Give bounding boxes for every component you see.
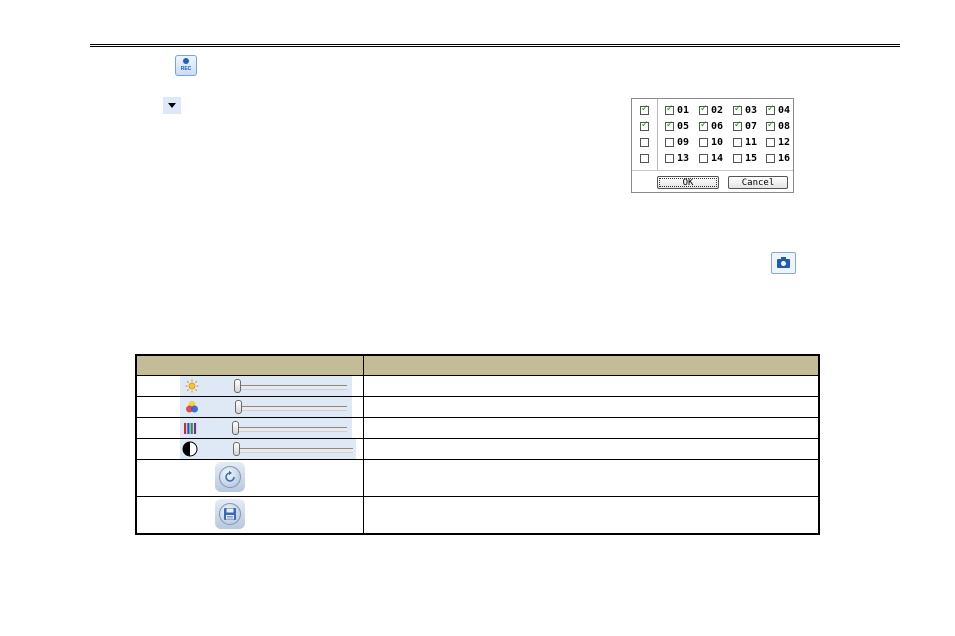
dialog-column-divider: [657, 99, 658, 170]
brightness-slider[interactable]: [137, 376, 363, 396]
saturation-slider[interactable]: [137, 418, 363, 438]
channel-checkbox[interactable]: [699, 120, 708, 131]
record-dot-icon: [183, 58, 189, 64]
snapshot-camera-icon[interactable]: [771, 252, 796, 274]
cancel-button[interactable]: Cancel: [728, 176, 788, 189]
hue-icon: [186, 401, 198, 413]
channel-label: 06: [711, 121, 724, 132]
channel-checkbox[interactable]: [733, 120, 742, 131]
channel-label: 02: [711, 105, 724, 116]
channel-label: 10: [711, 137, 724, 148]
description-cell: [363, 417, 820, 439]
refresh-icon: [225, 470, 235, 482]
table-header-icon: [135, 354, 364, 376]
ok-button[interactable]: OK: [657, 176, 719, 189]
table-row: [135, 496, 820, 535]
slider-thumb[interactable]: [235, 400, 242, 414]
channel-checkbox[interactable]: [733, 104, 742, 115]
channel-checkbox[interactable]: [699, 138, 708, 147]
channel-label: 03: [745, 105, 758, 116]
contrast-slider[interactable]: [137, 439, 363, 459]
description-cell: [363, 396, 820, 418]
header-rule: [90, 44, 900, 47]
channel-checkbox[interactable]: [699, 104, 708, 115]
record-button[interactable]: REC: [175, 55, 197, 76]
dialog-row-divider: [632, 170, 793, 171]
slider-thumb[interactable]: [232, 421, 239, 435]
channel-label: 15: [745, 153, 758, 164]
table-row: [135, 396, 820, 418]
channel-checkbox[interactable]: [733, 154, 742, 163]
channel-label: 14: [711, 153, 724, 164]
description-cell: [363, 375, 820, 397]
channel-checkbox[interactable]: [733, 138, 742, 147]
channel-checkbox[interactable]: [766, 138, 775, 147]
channel-label: 16: [778, 153, 791, 164]
channel-checkbox[interactable]: [665, 104, 674, 115]
select-row-checkbox[interactable]: [640, 138, 649, 147]
channel-checkbox[interactable]: [665, 138, 674, 147]
channel-label: 12: [778, 137, 791, 148]
table-row: [135, 438, 820, 460]
select-row-checkbox[interactable]: [640, 104, 649, 115]
table-row: [135, 375, 820, 397]
table-row: [135, 459, 820, 497]
slider-thumb[interactable]: [234, 379, 241, 393]
table-header-description: [363, 354, 820, 376]
refresh-button[interactable]: [215, 462, 245, 492]
channel-label: 01: [677, 105, 690, 116]
slider-thumb[interactable]: [233, 442, 240, 456]
channel-label: 07: [745, 121, 758, 132]
channel-checkbox[interactable]: [766, 120, 775, 131]
save-button[interactable]: [215, 499, 245, 529]
channel-checkbox[interactable]: [766, 154, 775, 163]
description-cell: [363, 438, 820, 460]
image-color-table: [135, 354, 820, 535]
channel-label: 04: [778, 105, 791, 116]
select-row-checkbox[interactable]: [640, 120, 649, 131]
channel-label: 11: [745, 137, 758, 148]
channel-checkbox[interactable]: [665, 154, 674, 163]
channel-checkbox[interactable]: [766, 104, 775, 115]
description-cell: [363, 496, 820, 535]
record-label: REC: [180, 66, 192, 72]
channel-checkbox[interactable]: [665, 120, 674, 131]
contrast-icon: [182, 441, 198, 457]
channel-label: 13: [677, 153, 690, 164]
description-cell: [363, 459, 820, 497]
channel-select-dialog: 01 02 03 04 05 06 07 08 09 10 11 12 13 14 15 16 OK Canc…: [631, 98, 794, 193]
hue-slider[interactable]: [137, 397, 363, 417]
dropdown-arrow-icon[interactable]: [163, 97, 181, 114]
channel-label: 05: [677, 121, 690, 132]
channel-checkbox[interactable]: [699, 154, 708, 163]
channel-label: 08: [778, 121, 791, 132]
brightness-icon: [185, 379, 199, 393]
select-row-checkbox[interactable]: [640, 154, 649, 163]
saturation-icon: [184, 423, 197, 434]
save-icon: [224, 508, 236, 520]
table-row: [135, 417, 820, 439]
channel-label: 09: [677, 137, 690, 148]
